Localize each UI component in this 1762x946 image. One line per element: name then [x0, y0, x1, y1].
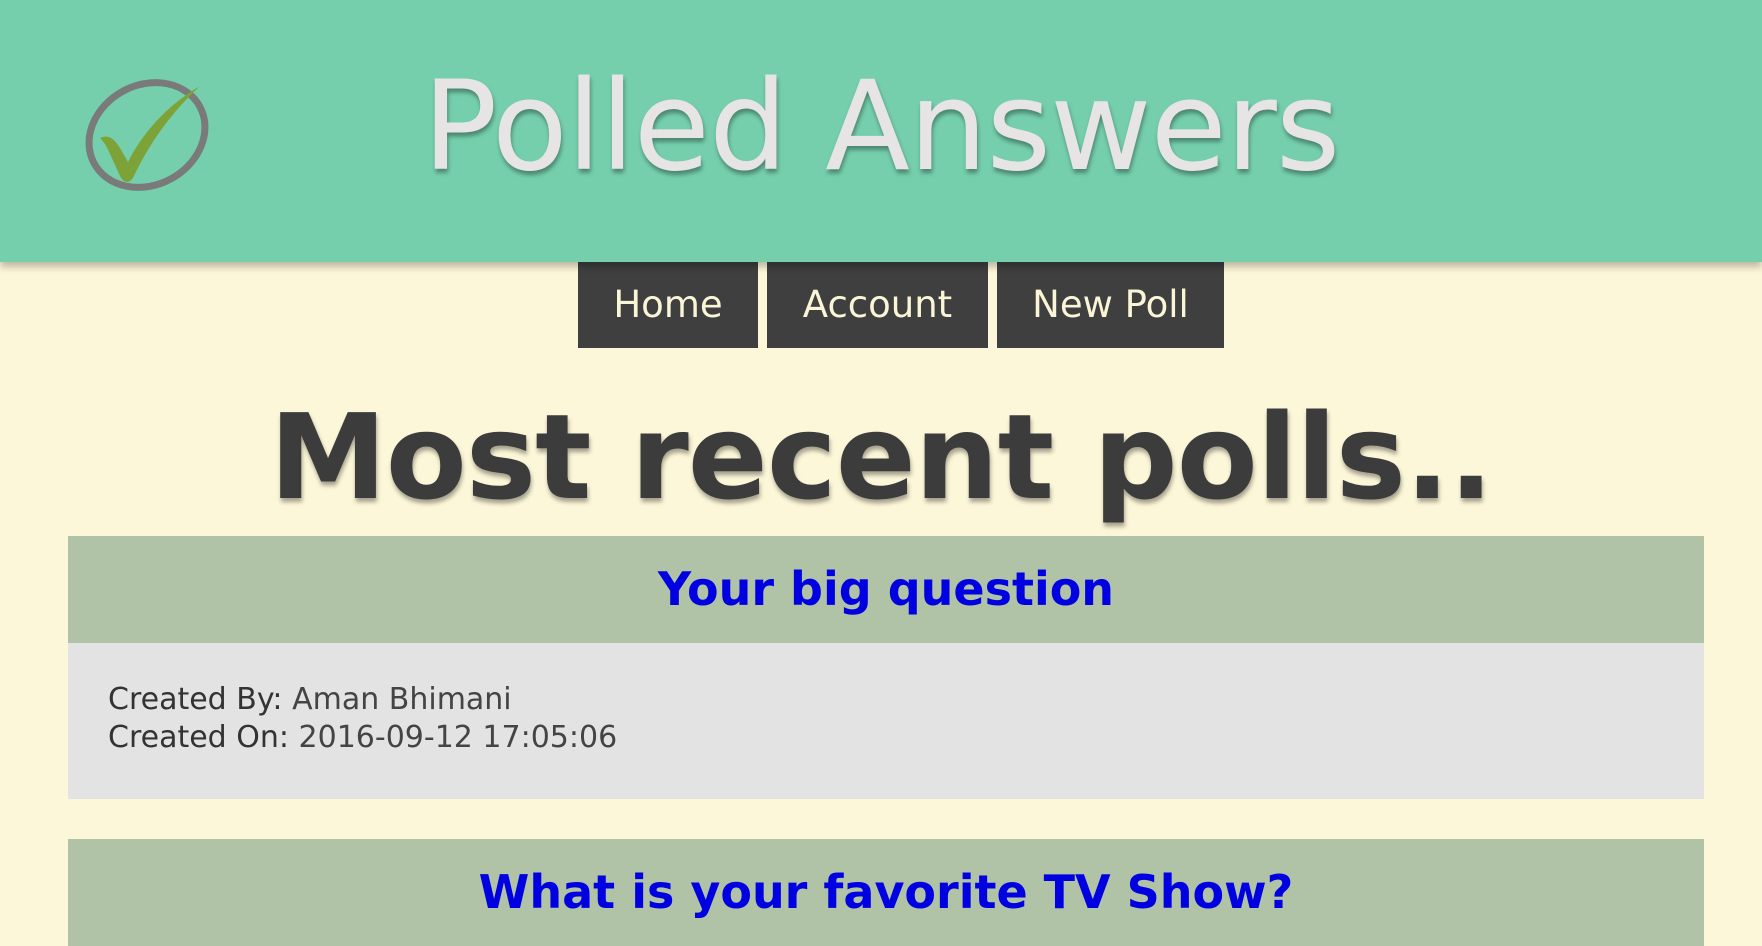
poll-header: Your big question [68, 536, 1704, 643]
poll-header: What is your favorite TV Show? [68, 839, 1704, 946]
created-on-row: Created On: 2016-09-12 17:05:06 [108, 719, 1704, 757]
poll-question-link[interactable]: What is your favorite TV Show? [479, 839, 1294, 946]
created-by-label: Created By: [108, 682, 283, 717]
page-title: Most recent polls.. [269, 388, 1493, 526]
poll-card: Your big question Created By: Aman Bhima… [68, 536, 1704, 799]
poll-details: Created By: Aman Bhimani Created On: 201… [68, 643, 1704, 799]
poll-card: What is your favorite TV Show? [68, 839, 1704, 946]
created-by-row: Created By: Aman Bhimani [108, 681, 1704, 719]
nav-home-button[interactable]: Home [578, 262, 758, 348]
main-nav: Home Account New Poll [0, 262, 1762, 348]
created-by-value: Aman Bhimani [292, 682, 512, 717]
nav-new-poll-button[interactable]: New Poll [997, 262, 1224, 348]
created-on-label: Created On: [108, 720, 289, 755]
site-header: Polled Answers [0, 0, 1762, 262]
created-on-value: 2016-09-12 17:05:06 [298, 720, 618, 755]
site-title: Polled Answers [422, 55, 1341, 199]
poll-question-link[interactable]: Your big question [658, 536, 1114, 643]
nav-account-button[interactable]: Account [767, 262, 988, 348]
